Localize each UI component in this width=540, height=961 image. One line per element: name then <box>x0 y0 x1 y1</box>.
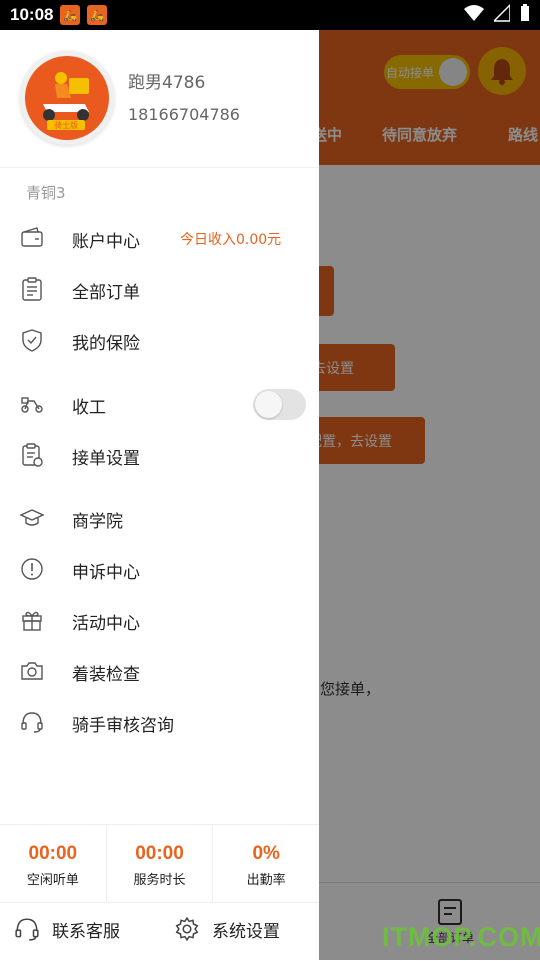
stat-label: 空闲听单 <box>26 873 79 888</box>
toggle-knob <box>255 391 282 418</box>
menu-item-activity[interactable]: 活动中心 <box>0 595 319 645</box>
stat-value: 00:00 <box>135 843 184 864</box>
system-settings-label: 系统设置 <box>212 921 280 942</box>
notification-app-icon: 🛵 <box>87 5 108 25</box>
status-time: 10:08 <box>10 5 54 24</box>
scooter-icon <box>21 397 43 413</box>
stat-service-time: 00:00 服务时长 <box>107 825 214 902</box>
menu-item-orders[interactable]: 全部订单 <box>0 264 319 314</box>
phone-number: 18166704786 <box>128 105 240 124</box>
rider-level: 青铜3 <box>26 184 66 202</box>
gear-icon <box>175 916 199 942</box>
gift-icon <box>22 611 42 631</box>
menu-label: 我的保险 <box>72 334 140 354</box>
battery-icon <box>521 4 529 21</box>
menu-label: 活动中心 <box>72 614 140 634</box>
notification-app-icon: 🛵 <box>60 5 81 25</box>
clipboard-icon <box>22 277 42 301</box>
stat-label: 服务时长 <box>133 873 186 888</box>
menu-label: 着装检查 <box>72 665 140 685</box>
menu-item-insurance[interactable]: 我的保险 <box>0 315 319 365</box>
status-bar: 10:08 🛵 🛵 <box>0 0 540 30</box>
stat-label: 出勤率 <box>246 873 286 888</box>
menu-item-dress-check[interactable]: 着装检查 <box>0 646 319 696</box>
avatar-caption: 骑士版 <box>54 120 78 130</box>
scooter-rider-icon: 骑士版 <box>43 72 89 130</box>
menu-label: 全部订单 <box>72 283 140 303</box>
wallet-icon <box>21 227 43 247</box>
graduation-cap-icon <box>20 509 44 526</box>
username: 跑男4786 <box>128 73 206 93</box>
alert-circle-icon <box>21 558 43 580</box>
menu-label: 申诉中心 <box>72 563 140 583</box>
stats-bar: 00:00 空闲听单 00:00 服务时长 0% 出勤率 <box>0 824 319 903</box>
watermark: ITMOP.COM <box>382 922 540 952</box>
avatar[interactable]: 骑士版 <box>20 51 114 145</box>
contact-support-label: 联系客服 <box>52 921 120 942</box>
menu-item-account[interactable]: 账户中心 今日收入0.00元 <box>0 213 319 263</box>
camera-icon <box>21 662 43 680</box>
menu-label: 接单设置 <box>72 449 140 469</box>
stat-attendance: 0% 出勤率 <box>213 825 319 902</box>
menu-item-order-settings[interactable]: 接单设置 <box>0 430 319 480</box>
shield-check-icon <box>22 329 42 352</box>
clipboard-settings-icon <box>22 443 43 467</box>
menu-label: 收工 <box>72 398 106 418</box>
menu-item-off-work: 收工 <box>0 379 319 429</box>
navigation-drawer: 骑士版 跑男4786 18166704786 青铜3 账户中心 今日收入0.00… <box>0 30 319 960</box>
contact-support-button[interactable]: 联系客服 <box>14 916 120 942</box>
today-income: 今日收入0.00元 <box>180 232 282 248</box>
headset-icon <box>21 712 43 733</box>
rider-logo: 骑士版 <box>25 56 109 140</box>
stat-value: 0% <box>252 843 280 864</box>
menu-label: 骑手审核咨询 <box>72 716 174 736</box>
menu-label: 商学院 <box>72 512 123 532</box>
menu-item-academy[interactable]: 商学院 <box>0 493 319 543</box>
off-work-toggle[interactable] <box>253 389 306 420</box>
stat-value: 00:00 <box>28 843 78 864</box>
menu-item-review-consult[interactable]: 骑手审核咨询 <box>0 697 319 747</box>
profile-section[interactable]: 骑士版 跑男4786 18166704786 <box>0 30 319 168</box>
menu-item-appeal[interactable]: 申诉中心 <box>0 544 319 594</box>
wifi-icon <box>464 5 484 21</box>
signal-icon <box>494 4 510 22</box>
stat-idle: 00:00 空闲听单 <box>0 825 107 902</box>
headset-icon <box>15 918 39 941</box>
system-settings-button[interactable]: 系统设置 <box>174 916 280 942</box>
menu-label: 账户中心 <box>72 232 140 252</box>
drawer-footer: 联系客服 系统设置 <box>0 902 319 960</box>
